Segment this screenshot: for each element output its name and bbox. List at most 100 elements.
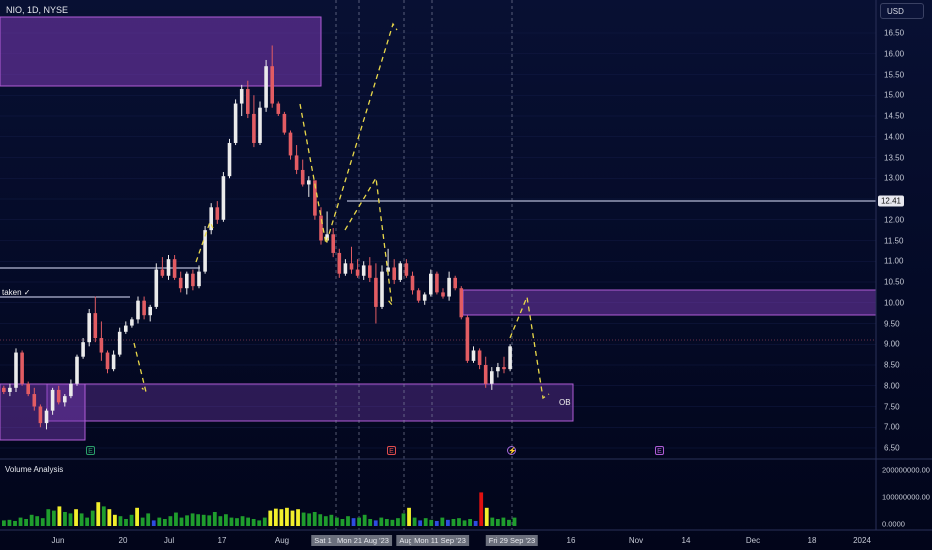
price-tick: 8.00 [884,381,900,391]
volume-pane-title: Volume Analysis [5,465,64,474]
candle-body [392,267,396,280]
candle-body [307,180,311,185]
volume-bar [318,514,323,526]
candle-body [154,269,159,307]
candle-body [69,383,73,397]
candle-body [349,263,354,270]
candle-body [197,271,201,287]
volume-bar [351,518,356,526]
volume-bar [201,514,206,526]
candle-body [331,234,335,253]
crosshair-vertical-lines [335,0,513,530]
volume-bar [501,517,506,526]
earnings-marker-1[interactable]: E [86,446,95,455]
candle-body [404,263,409,276]
volume-bar [35,516,40,526]
candle-body [276,103,281,114]
volume-bar [301,512,306,526]
candle-body [148,306,152,316]
candle-body [465,317,470,361]
earnings-marker-2[interactable]: E [387,446,396,455]
time-tick: 2024 [853,536,871,545]
price-chart[interactable] [0,0,932,550]
candle-body [483,365,488,384]
candle-body [239,89,244,104]
volume-bar [379,517,384,526]
volume-bar [229,517,234,526]
candle-body [453,277,457,289]
candle-body [14,352,18,388]
volume-bar [51,510,56,526]
volume-bar [135,507,139,526]
earnings-marker-3[interactable]: E [655,446,664,455]
time-tick: 18 [807,536,817,545]
candle-body [508,346,512,370]
volume-bar [146,513,151,526]
candle-body [130,319,134,326]
volume-bar [368,519,373,526]
volume-tick: 100000000.00 [882,492,930,502]
crosshair-date-label: Mon 11 Sep '23 [411,535,469,546]
volume-bar [246,517,250,526]
volume-bar [257,520,262,526]
volume-bar [2,520,6,526]
current-price-badge: 12.41 [878,195,904,207]
volume-bar [418,520,423,526]
price-tick: 9.50 [884,319,900,328]
order-block-zones [0,16,877,441]
candle-body [496,367,500,372]
volume-bar [196,514,201,526]
candle-body [258,107,262,143]
candle-body [142,300,146,316]
volume-bar [90,510,95,526]
candle-body [75,356,79,384]
candle-body [294,155,299,170]
volume-bar [63,512,67,526]
candle-body [477,350,482,365]
candle-body [87,313,91,343]
volume-bar [218,516,223,526]
volume-bar [473,520,478,526]
volume-bar [185,515,189,526]
candle-body [185,273,189,289]
candle-body [191,273,195,287]
candle-body [172,259,177,278]
volume-bar [157,517,162,526]
volume-bar [140,517,145,526]
volume-bar [151,520,156,526]
candle-body [337,252,342,274]
price-tick: 15.50 [884,70,905,79]
volume-bar [124,519,128,526]
price-tick: 10.00 [884,298,905,308]
volume-bar [179,517,184,526]
volume-bar [495,519,500,526]
price-tick: 8.50 [884,360,900,370]
candle-body [117,331,122,355]
candle-body [502,367,506,370]
price-tick: 13.50 [884,153,905,162]
volume-bar [440,517,445,526]
crosshair-date-label: Sat 1 [311,535,335,546]
price-tick: 9.00 [884,339,900,349]
price-tick: 7.50 [884,402,900,411]
split-marker[interactable]: ⚡ [507,446,517,455]
price-axis[interactable]: 16.50 16.00 15.50 15.00 14.50 14.00 13.50 13.00… [876,0,932,460]
candle-body [282,113,287,133]
candle-body [166,259,171,276]
time-tick: 17 [217,536,227,545]
volume-bar [335,517,339,526]
candle-body [264,66,268,108]
candle-body [38,406,43,424]
candle-body [429,273,433,295]
crosshair-date-label: Fri 29 Sep '23 [485,535,539,546]
candle-body [300,169,305,185]
volume-bar [212,512,217,526]
candle-body [471,350,476,361]
volume-bar [74,509,78,526]
volume-bar [329,514,334,526]
volume-bar [484,507,489,526]
price-tick: 10.50 [884,277,905,287]
volume-bar [79,513,84,526]
price-tick: 16.00 [884,49,905,59]
volume-bar [446,519,450,526]
